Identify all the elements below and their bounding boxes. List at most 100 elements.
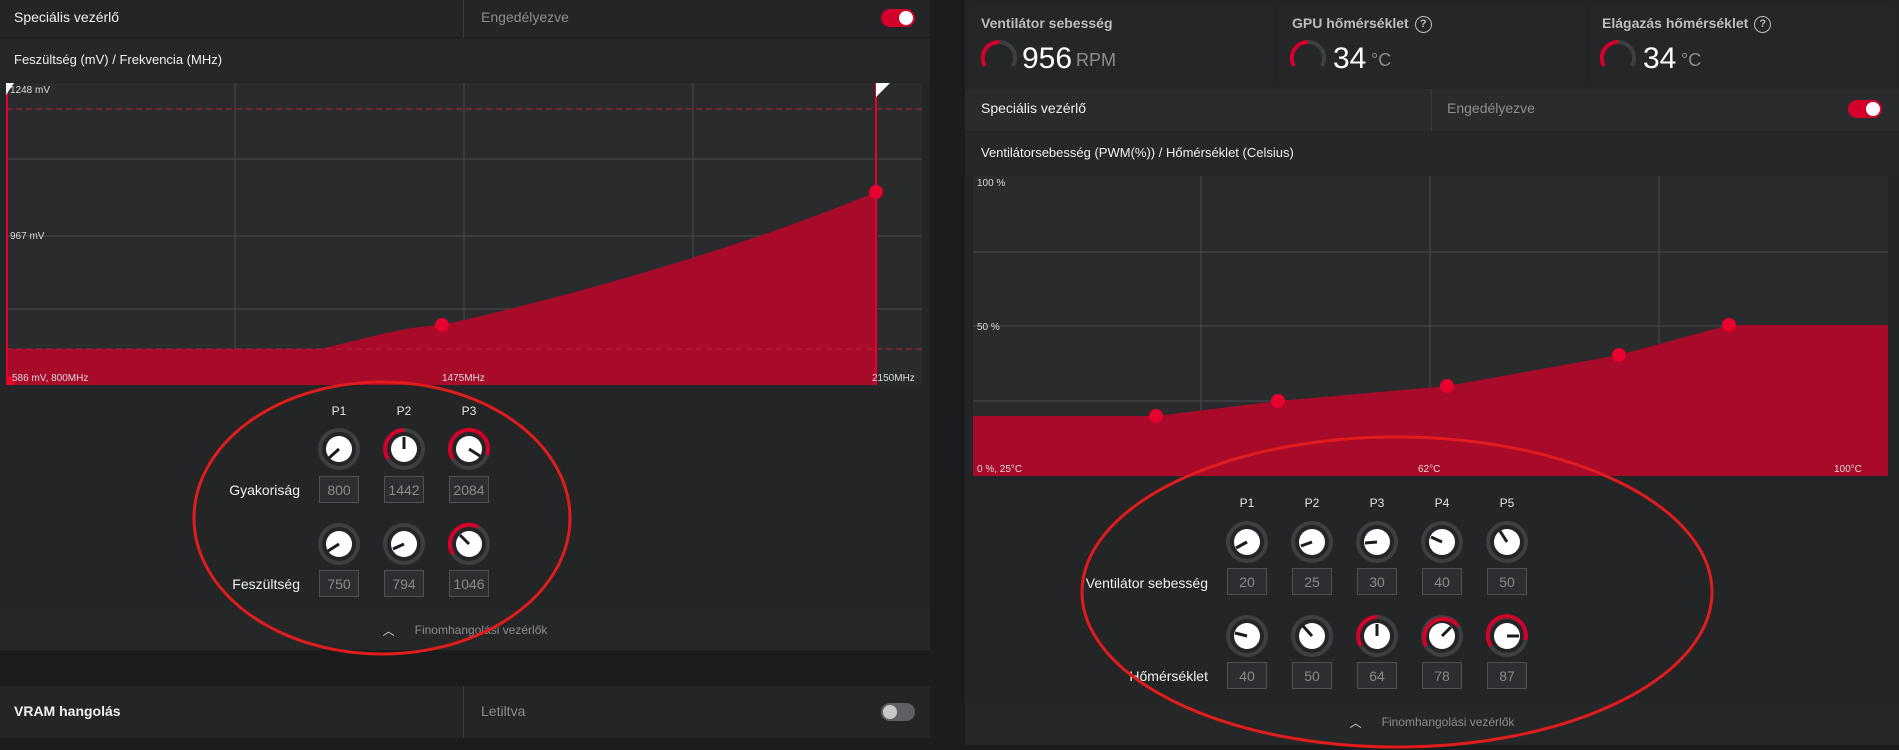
toggle-knob [1866, 102, 1880, 116]
gauge-icon [1599, 39, 1637, 67]
knob-dial-icon[interactable] [1421, 521, 1463, 563]
vf-y-mid-label: 967 mV [10, 231, 45, 242]
vram-label: VRAM hangolás [14, 703, 121, 719]
right-tuning-footer[interactable]: ︿ Finomhangolási vezérlők [965, 702, 1899, 742]
knob-dial-icon[interactable] [1486, 521, 1528, 563]
fan-chart-svg: 100 % 50 % 0 %, 25°C 62°C 100°C [973, 176, 1888, 476]
right-special-control-label: Speciális vezérlő [981, 100, 1087, 116]
fan-x-end-label: 100°C [1834, 464, 1862, 475]
toggle-knob [883, 705, 897, 719]
right-fan-speed-label: Ventilátor sebesség [1085, 575, 1208, 591]
left-voltage-input[interactable]: 794 [384, 570, 424, 597]
left-divider [463, 0, 464, 38]
right-temperature-input[interactable]: 64 [1357, 662, 1397, 689]
right-fan-speed-input[interactable]: 25 [1292, 568, 1332, 595]
knob-dial-icon[interactable] [1226, 521, 1268, 563]
right-p-label: P3 [1369, 496, 1385, 510]
knob-dial-icon[interactable] [1291, 521, 1333, 563]
knob-dial-icon[interactable] [318, 428, 360, 470]
left-frequency-input[interactable]: 2084 [449, 476, 489, 503]
knob-dial-icon[interactable] [1356, 615, 1398, 657]
knob-dial-icon[interactable] [1421, 615, 1463, 657]
fan-y-top-label: 100 % [977, 178, 1005, 189]
right-special-control-row [965, 89, 1899, 131]
knob-dial-icon[interactable] [318, 523, 360, 565]
left-special-control-toggle[interactable] [881, 9, 915, 27]
vf-point-p3[interactable] [869, 185, 883, 199]
left-tuning-footer[interactable]: ︿ Finomhangolási vezérlők [0, 610, 930, 650]
fan-point-p4[interactable] [1612, 348, 1626, 362]
vf-x-end-label: 2150MHz [872, 373, 915, 384]
fan-x-mid-label: 62°C [1418, 464, 1440, 475]
metric-title: Elágazás hőmérséklet? [1602, 15, 1772, 33]
left-frequency-label: Gyakoriság [229, 482, 300, 498]
junction-temp-unit: °C [1681, 50, 1702, 70]
knob-dial-icon[interactable] [1226, 615, 1268, 657]
knob-dial-icon[interactable] [383, 523, 425, 565]
right-special-control-state: Engedélyezve [1447, 100, 1535, 116]
left-special-control-state: Engedélyezve [481, 9, 569, 25]
right-temperature-input[interactable]: 50 [1292, 662, 1332, 689]
knob-dial-icon[interactable] [448, 427, 491, 470]
knob-dial-icon[interactable] [1291, 615, 1333, 657]
toggle-knob [899, 11, 913, 25]
left-voltage-input[interactable]: 750 [319, 570, 359, 597]
vram-state: Letiltva [481, 703, 526, 719]
vf-y-top-label: 1248 mV [10, 85, 50, 96]
right-fan-speed-input[interactable]: 30 [1357, 568, 1397, 595]
vf-point-p2[interactable] [435, 318, 449, 332]
left-p-label: P2 [396, 404, 412, 418]
right-fan-speed-input[interactable]: 50 [1487, 568, 1527, 595]
vf-right-flag-icon[interactable] [876, 83, 890, 97]
left-special-control-label: Speciális vezérlő [14, 9, 120, 25]
vf-x-mid-label: 1475MHz [442, 373, 485, 384]
vf-chart-svg: 1248 mV 967 mV 586 mV, 800MHz 1475MHz 21… [6, 83, 922, 385]
right-p-label: P5 [1499, 496, 1515, 510]
knob-dial-icon[interactable] [383, 428, 425, 470]
knob-dial-icon[interactable] [1356, 521, 1398, 563]
right-footer-label: Finomhangolási vezérlők [1381, 715, 1515, 729]
right-chart-title: Ventilátorsebesség (PWM(%)) / Hőmérsékle… [981, 145, 1294, 160]
right-temperature-input[interactable]: 40 [1227, 662, 1267, 689]
right-fan-speed-input[interactable]: 40 [1422, 568, 1462, 595]
left-special-control-row [0, 0, 930, 38]
vf-curve-area [6, 192, 876, 385]
vram-divider [463, 686, 464, 738]
metric-title: GPU hőmérséklet? [1292, 15, 1432, 33]
left-footer-label: Finomhangolási vezérlők [414, 623, 548, 637]
fan-point-p2[interactable] [1271, 394, 1285, 408]
right-fan-speed-input[interactable]: 20 [1227, 568, 1267, 595]
fan-speed-unit: RPM [1076, 50, 1116, 70]
left-voltage-label: Feszültség [232, 576, 300, 592]
help-circle-icon[interactable]: ? [1414, 15, 1432, 33]
right-temperature-input[interactable]: 87 [1487, 662, 1527, 689]
right-special-control-toggle[interactable] [1848, 100, 1882, 118]
right-p-label: P4 [1434, 496, 1450, 510]
knob-dial-icon[interactable] [447, 522, 490, 565]
vram-toggle[interactable] [881, 703, 915, 721]
right-divider [1431, 89, 1432, 131]
vf-x-start-label: 586 mV, 800MHz [12, 373, 88, 384]
fan-y-mid-label: 50 % [977, 322, 1000, 333]
help-circle-icon[interactable]: ? [1754, 15, 1772, 33]
vram-row [0, 686, 930, 738]
left-frequency-input[interactable]: 1442 [384, 476, 424, 503]
left-voltage-input[interactable]: 1046 [449, 570, 489, 597]
left-p-label: P3 [461, 404, 477, 418]
right-p-label: P1 [1239, 496, 1255, 510]
right-temperature-input[interactable]: 78 [1422, 662, 1462, 689]
fan-point-p3[interactable] [1440, 379, 1454, 393]
fan-point-p1[interactable] [1149, 409, 1163, 423]
gauge-icon [980, 39, 1018, 67]
junction-temp-value: 34 [1643, 42, 1677, 75]
left-frequency-input[interactable]: 800 [319, 476, 359, 503]
fan-chart[interactable]: 100 % 50 % 0 %, 25°C 62°C 100°C [973, 176, 1888, 476]
left-p-label: P1 [331, 404, 347, 418]
knob-dial-icon[interactable] [1485, 614, 1528, 657]
vf-chart[interactable]: 1248 mV 967 mV 586 mV, 800MHz 1475MHz 21… [6, 83, 922, 385]
left-chart-title: Feszültség (mV) / Frekvencia (MHz) [14, 52, 223, 67]
gpu-temp-value: 34 [1333, 42, 1367, 75]
gauge-icon [1289, 39, 1327, 67]
right-p-label: P2 [1304, 496, 1320, 510]
fan-point-p5[interactable] [1722, 318, 1736, 332]
